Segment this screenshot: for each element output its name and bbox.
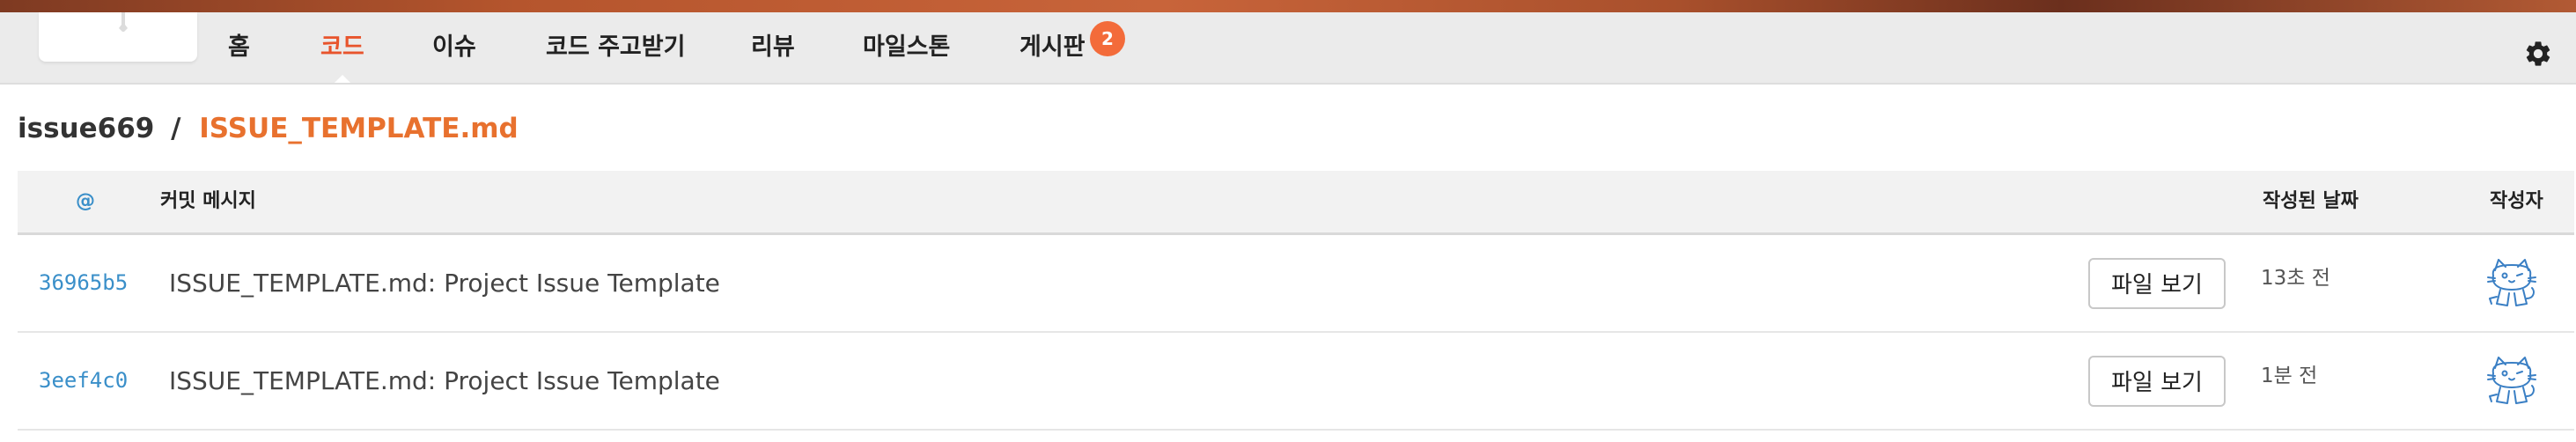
nav-milestones[interactable]: 마일스톤	[863, 12, 950, 83]
nav-board[interactable]: 게시판	[1019, 12, 1086, 83]
nav-home[interactable]: 홈	[228, 12, 250, 83]
gear-icon[interactable]	[2523, 39, 2553, 69]
breadcrumb: issue669 / ISSUE_TEMPLATE.md	[18, 107, 519, 150]
board-count-badge: 2	[1090, 21, 1125, 56]
header-author: 작성자	[2490, 190, 2543, 212]
table-header: @ 커밋 메시지 작성된 날짜 작성자	[18, 171, 2574, 235]
nav-review[interactable]: 리뷰	[751, 12, 795, 83]
nav-code[interactable]: 코드	[320, 12, 364, 83]
breadcrumb-file[interactable]: ISSUE_TEMPLATE.md	[199, 113, 518, 144]
table-row: 36965b5 ISSUE_TEMPLATE.md: Project Issue…	[18, 235, 2574, 333]
header-banner	[0, 0, 2576, 12]
logo-mark-icon	[104, 12, 143, 39]
breadcrumb-separator: /	[171, 113, 181, 144]
table-row: 3eef4c0 ISSUE_TEMPLATE.md: Project Issue…	[18, 333, 2574, 431]
view-file-button[interactable]: 파일 보기	[2088, 356, 2226, 407]
header-message: 커밋 메시지	[160, 190, 256, 212]
cat-avatar-icon[interactable]	[2483, 352, 2541, 410]
breadcrumb-repo[interactable]: issue669	[18, 113, 154, 144]
project-logo[interactable]	[39, 12, 197, 62]
project-nav-bar: 홈 코드 이슈 코드 주고받기 리뷰 마일스톤 게시판 2	[0, 12, 2576, 85]
commit-date: 1분 전	[2261, 365, 2318, 387]
nav-pull-requests[interactable]: 코드 주고받기	[546, 12, 685, 83]
commit-date: 13초 전	[2261, 267, 2330, 290]
commit-history-table: @ 커밋 메시지 작성된 날짜 작성자 36965b5 ISSUE_TEMPLA…	[18, 171, 2574, 431]
nav-issues[interactable]: 이슈	[432, 12, 476, 83]
commit-message: ISSUE_TEMPLATE.md: Project Issue Templat…	[169, 366, 720, 395]
commit-sha-link[interactable]: 3eef4c0	[39, 333, 128, 429]
commit-sha-link[interactable]: 36965b5	[39, 235, 128, 331]
view-file-button[interactable]: 파일 보기	[2088, 258, 2226, 309]
header-sha: @	[76, 190, 95, 212]
cat-avatar-icon[interactable]	[2483, 254, 2541, 313]
header-date: 작성된 날짜	[2263, 190, 2359, 212]
commit-message: ISSUE_TEMPLATE.md: Project Issue Templat…	[169, 269, 720, 298]
